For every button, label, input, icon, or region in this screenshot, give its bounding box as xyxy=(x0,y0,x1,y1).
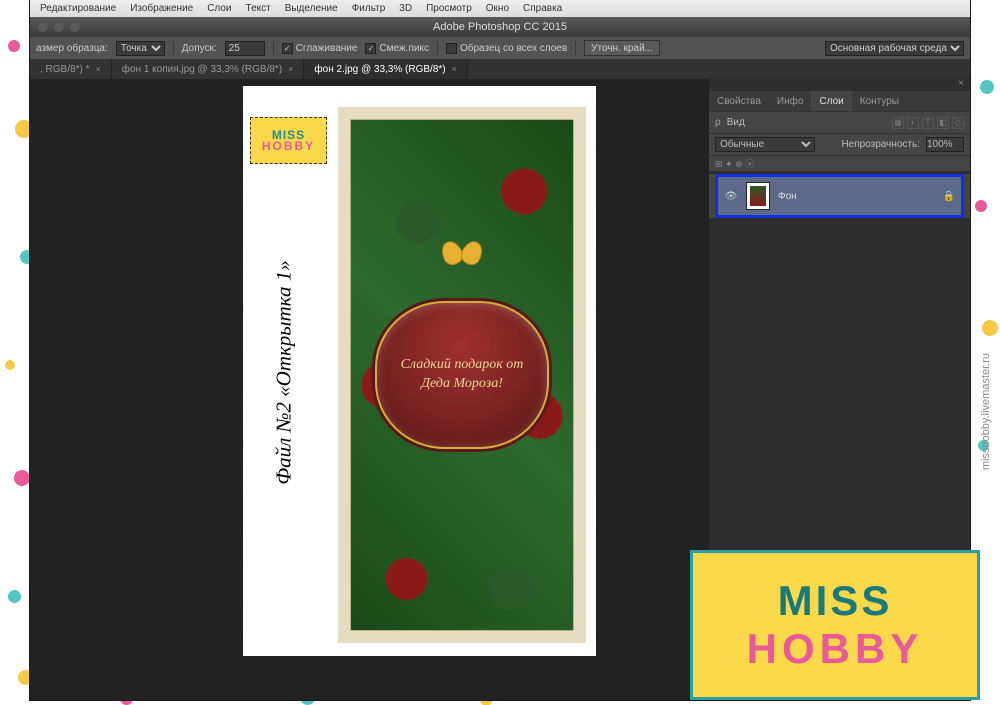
close-icon[interactable]: × xyxy=(95,64,100,74)
panel-tabs: Свойства Инфо Слои Контуры xyxy=(709,91,970,111)
options-bar: азмер образца: Точка Допуск: ✓Сглаживани… xyxy=(30,37,970,59)
layer-name: Фон xyxy=(778,191,797,202)
tolerance-label: Допуск: xyxy=(182,43,217,54)
layer-thumbnail[interactable] xyxy=(746,182,770,210)
contiguous-checkbox[interactable]: ✓Смеж.пикс xyxy=(365,43,429,54)
close-icon[interactable]: × xyxy=(452,64,457,74)
canvas-area[interactable]: Файл №2 «Открытка 1» MISSHOBBY Сладкий п… xyxy=(30,79,709,700)
miss-hobby-small-badge: MISSHOBBY xyxy=(250,117,327,164)
tab-paths[interactable]: Контуры xyxy=(852,91,907,111)
tab-layers[interactable]: Слои xyxy=(811,91,851,111)
plaque-text: Сладкий подарок от Деда Мороза! xyxy=(375,301,549,449)
blend-mode-select[interactable]: Обычные xyxy=(715,137,815,152)
antialias-checkbox[interactable]: ✓Сглаживание xyxy=(282,43,358,54)
document-tab-active[interactable]: фон 2.jpg @ 33,3% (RGB/8*)× xyxy=(304,59,467,79)
visibility-icon[interactable]: 👁 xyxy=(724,191,738,202)
panel-close-icon[interactable]: × xyxy=(958,78,964,89)
refine-edge-button[interactable]: Уточн. край... xyxy=(584,40,660,56)
watermark-url: misshobby.livemaster.ru xyxy=(980,353,992,470)
mac-menubar[interactable]: РедактированиеИзображениеСлои ТекстВыдел… xyxy=(30,0,970,17)
all-layers-checkbox[interactable]: Образец со всех слоев xyxy=(446,43,567,54)
sample-size-label: азмер образца: xyxy=(36,43,108,54)
layer-filter-icons[interactable]: ▦◐T◧◇ xyxy=(892,117,964,129)
window-controls[interactable] xyxy=(38,17,80,37)
bow-icon xyxy=(442,241,482,271)
document-tab[interactable]: фон 1 копия.jpg @ 33,3% (RGB/8*)× xyxy=(112,59,305,79)
miss-hobby-watermark-badge: MISS HOBBY xyxy=(690,550,980,700)
side-caption: Файл №2 «Открытка 1» xyxy=(244,87,324,657)
postcard-artwork: Сладкий подарок от Деда Мороза! xyxy=(338,107,586,643)
document-canvas[interactable]: Файл №2 «Открытка 1» MISSHOBBY Сладкий п… xyxy=(243,86,596,656)
workspace-switcher[interactable]: Основная рабочая среда xyxy=(825,41,964,56)
close-icon[interactable]: × xyxy=(288,64,293,74)
lock-icon[interactable]: 🔒 xyxy=(943,191,955,202)
tab-properties[interactable]: Свойства xyxy=(709,91,769,111)
tab-info[interactable]: Инфо xyxy=(769,91,812,111)
sample-size-select[interactable]: Точка xyxy=(116,41,165,56)
document-tab[interactable]: , RGB/8*) *× xyxy=(30,59,112,79)
layer-row-highlighted[interactable]: 👁 Фон 🔒 xyxy=(715,174,964,218)
title-bar: Adobe Photoshop CC 2015 xyxy=(30,17,970,37)
tolerance-input[interactable] xyxy=(225,41,265,56)
opacity-input[interactable] xyxy=(926,137,964,152)
